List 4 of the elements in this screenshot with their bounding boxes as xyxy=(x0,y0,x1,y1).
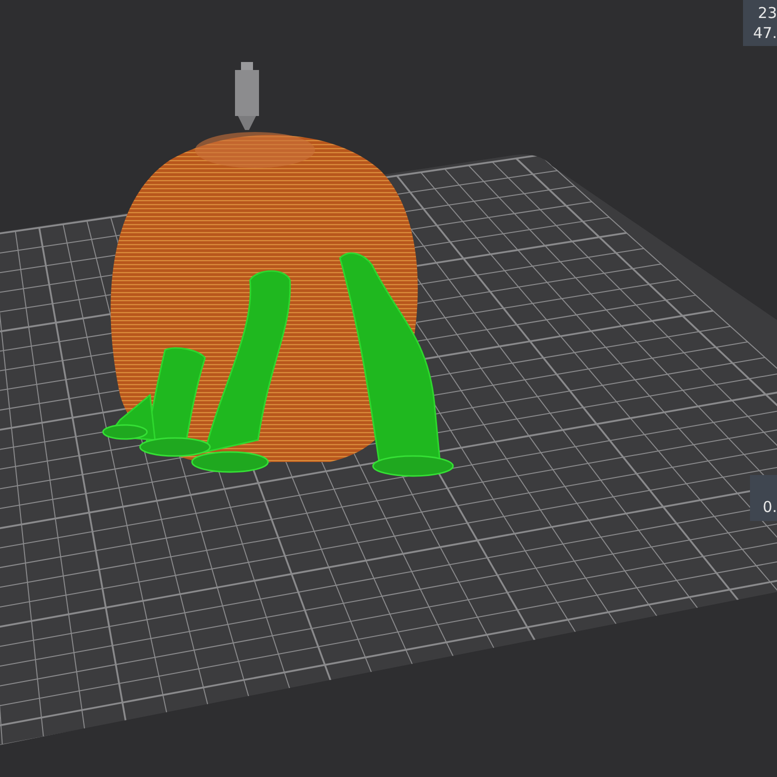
readout-value: 0. xyxy=(762,497,777,517)
readout-value: 47. xyxy=(752,23,777,43)
nozzle-drawing xyxy=(235,62,259,130)
readout-value: 23 xyxy=(756,3,777,23)
